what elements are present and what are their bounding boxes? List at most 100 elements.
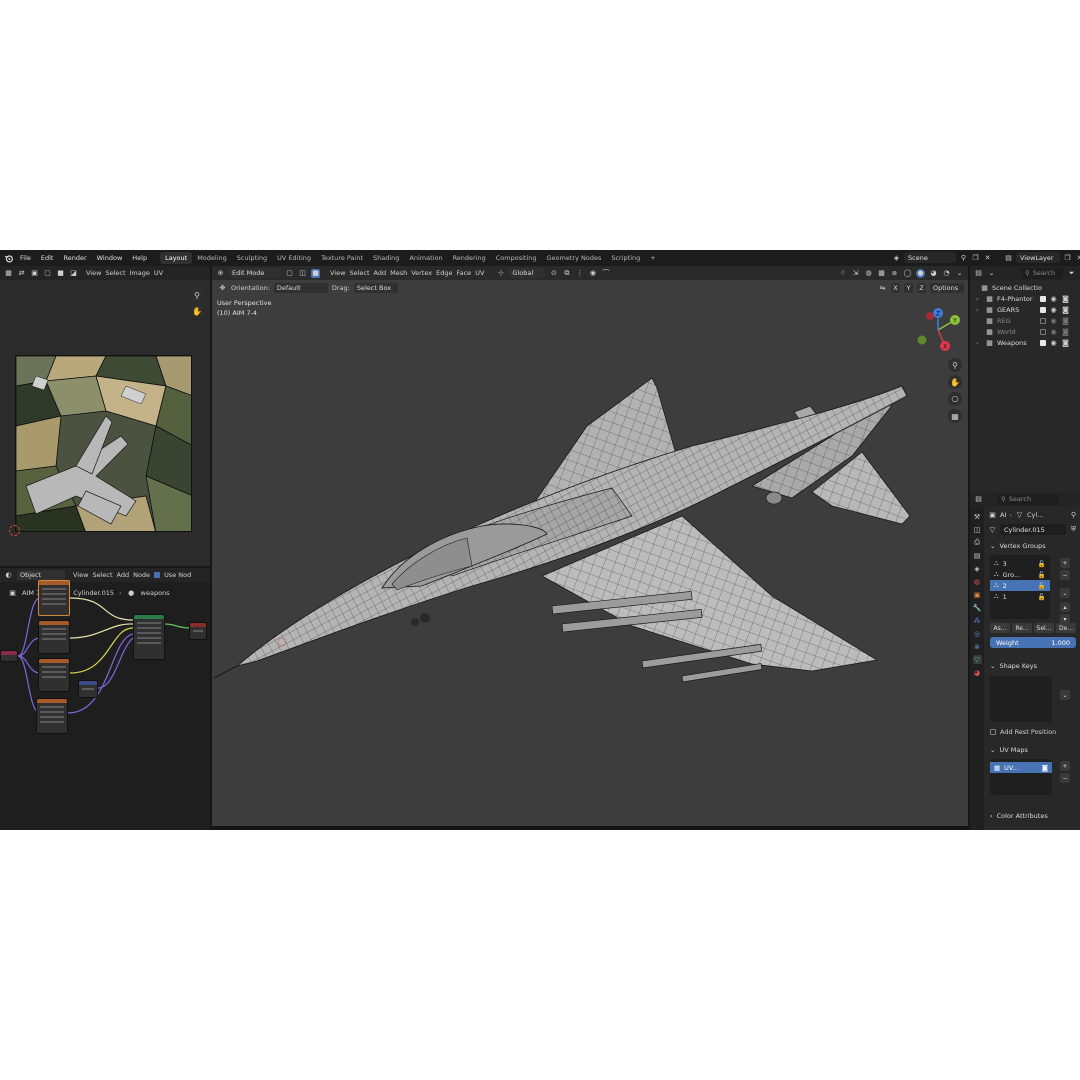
delete-scene-icon[interactable]: ✕ [983,253,992,262]
properties-search-input[interactable]: ⚲ Search [997,493,1059,505]
f4-phantom-mesh[interactable] [212,266,968,826]
new-scene-icon[interactable]: ❐ [971,253,980,262]
output-tab-icon[interactable]: ⎙ [973,538,982,547]
2d-cursor-icon[interactable] [9,525,20,536]
vertex-groups-list[interactable]: ⛬ 3 🔓 ⛬ Gro... 🔓 ⛬ 2 🔓 ⛬ 1 🔓 [990,555,1050,619]
eye-icon[interactable]: ◉ [1049,327,1058,336]
add-vertex-group-button[interactable]: + [1060,558,1070,568]
uv-menu-view[interactable]: View [86,269,101,277]
render-tab-icon[interactable]: ◫ [973,525,982,534]
shader-node-editor[interactable]: ◐ Object View Select Add Node Use Nod ▣ … [0,568,210,830]
object-tab-icon[interactable]: ▣ [973,590,982,599]
add-uv-map-button[interactable]: + [1060,761,1070,771]
tab-compositing[interactable]: Compositing [491,252,542,264]
delete-view-layer-icon[interactable]: ✕ [1075,253,1080,262]
add-rest-position-row[interactable]: Add Rest Position [990,728,1076,736]
blender-logo-icon[interactable] [4,254,13,263]
tab-texture-paint[interactable]: Texture Paint [316,252,368,264]
image-texture-node[interactable] [36,698,68,734]
normal-map-node[interactable] [78,680,98,698]
image-texture-node[interactable] [38,658,70,692]
uv-menu-image[interactable]: Image [130,269,150,277]
scene-tab-icon[interactable]: ◈ [973,564,982,573]
remove-vertex-group-button[interactable]: − [1060,570,1070,580]
view-layer-icon[interactable]: ▤ [1004,253,1013,262]
list-item[interactable]: ⛬ 1 🔓 [990,591,1050,602]
menu-help[interactable]: Help [127,254,152,262]
uv-editor-panel[interactable]: ▦ ⇄ ▣ ▢ ■ ◪ View Select Image UV ⚲ ✋ [0,266,210,566]
shape-keys-specials-button[interactable]: ⌄ [1060,690,1070,700]
menu-window[interactable]: Window [92,254,128,262]
shape-keys-list[interactable] [990,676,1052,722]
image-texture-node[interactable] [38,620,70,654]
view-layer-tab-icon[interactable]: ▤ [973,551,982,560]
weight-slider[interactable]: Weight 1.000 [990,637,1076,648]
outliner-search-input[interactable]: ⚲ Search [1021,267,1063,279]
outliner-panel[interactable]: ▤ ⌄ ⚲ Search ⏷ ▦ Scene Collectio › ▦ F4-… [970,266,1080,492]
include-checkbox[interactable] [1040,306,1046,313]
tab-shading[interactable]: Shading [368,252,404,264]
properties-panel[interactable]: ▤ ⚲ Search ⚒ ◫ ⎙ ▤ ◈ ◍ ▣ 🔧 ⁂ ◎ ⊗ ▽ ◕ ▣ A… [970,492,1080,830]
menu-file[interactable]: File [15,254,36,262]
edge-select-icon[interactable]: ▢ [43,269,52,278]
remove-uv-map-button[interactable]: − [1060,773,1070,783]
expand-arrow-icon[interactable]: › [976,339,982,347]
editor-type-icon[interactable]: ▦ [4,269,13,278]
tab-rendering[interactable]: Rendering [448,252,491,264]
list-item[interactable]: ⛬ Gro... 🔓 [990,569,1050,580]
uv-texture-image[interactable] [15,355,192,532]
zoom-icon[interactable]: ⚲ [190,288,204,302]
add-rest-position-checkbox[interactable] [990,729,996,735]
tab-scripting[interactable]: Scripting [606,252,645,264]
camera-icon[interactable]: ◙ [1061,338,1070,347]
tab-animation[interactable]: Animation [404,252,447,264]
principled-bsdf-node[interactable] [133,614,165,660]
filter-icon[interactable]: ⌄ [987,269,996,278]
tab-geometry-nodes[interactable]: Geometry Nodes [542,252,607,264]
remove-button[interactable]: Re... [1012,623,1032,633]
menu-render[interactable]: Render [58,254,91,262]
include-checkbox[interactable] [1040,328,1046,335]
modifier-tab-icon[interactable]: 🔧 [973,603,982,612]
eye-icon[interactable]: ◉ [1049,305,1058,314]
properties-type-icon[interactable]: ▤ [974,495,983,504]
fake-user-icon[interactable]: ⛨ [1069,525,1078,534]
physics-tab-icon[interactable]: ◎ [973,629,982,638]
outliner-type-icon[interactable]: ▤ [974,269,983,278]
list-item[interactable]: ▦ UV... ◙ [990,762,1052,773]
pan-hand-icon[interactable]: ✋ [190,304,204,318]
list-item[interactable]: ⛬ 3 🔓 [990,558,1050,569]
move-down-button[interactable]: ▾ [1060,614,1070,624]
outliner-item-gears[interactable]: › ▦ GEARS ◉ ◙ [970,304,1080,315]
shape-keys-header[interactable]: ⌄ Shape Keys [990,662,1076,670]
lock-icon[interactable]: 🔓 [1038,571,1046,579]
pin-icon[interactable]: ⚲ [1069,510,1078,519]
lock-icon[interactable]: 🔓 [1038,560,1046,568]
tab-modeling[interactable]: Modeling [192,252,232,264]
face-select-icon[interactable]: ■ [56,269,65,278]
tab-sculpting[interactable]: Sculpting [232,252,272,264]
list-item[interactable]: ⛬ 2 🔓 [990,580,1050,591]
include-checkbox[interactable] [1040,339,1046,346]
uv-menu-uv[interactable]: UV [154,269,163,277]
3d-viewport[interactable]: ⊕ Edit Mode ▢ ◫ ■ View Select Add Mesh V… [212,266,968,826]
lock-icon[interactable]: 🔓 [1038,593,1046,601]
lock-icon[interactable]: 🔓 [1038,582,1046,590]
image-texture-node[interactable] [38,580,70,616]
tab-uv-editing[interactable]: UV Editing [272,252,316,264]
uv-maps-header[interactable]: ⌄ UV Maps [990,746,1076,754]
particles-tab-icon[interactable]: ⁂ [973,616,982,625]
pin-icon[interactable]: ⚲ [959,253,968,262]
island-select-icon[interactable]: ◪ [69,269,78,278]
camera-icon[interactable]: ◙ [1061,294,1070,303]
add-workspace-button[interactable]: + [645,252,660,264]
uv-maps-list[interactable]: ▦ UV... ◙ [990,759,1052,795]
new-view-layer-icon[interactable]: ❐ [1063,253,1072,262]
expand-arrow-icon[interactable]: › [976,295,982,303]
outliner-item-weapons[interactable]: › ▦ Weapons ◉ ◙ [970,337,1080,348]
deselect-button[interactable]: De... [1056,623,1076,633]
texture-coordinate-node[interactable] [0,650,18,662]
include-checkbox[interactable] [1040,295,1046,302]
uv-menu-select[interactable]: Select [105,269,125,277]
camera-icon[interactable]: ◙ [1061,327,1070,336]
